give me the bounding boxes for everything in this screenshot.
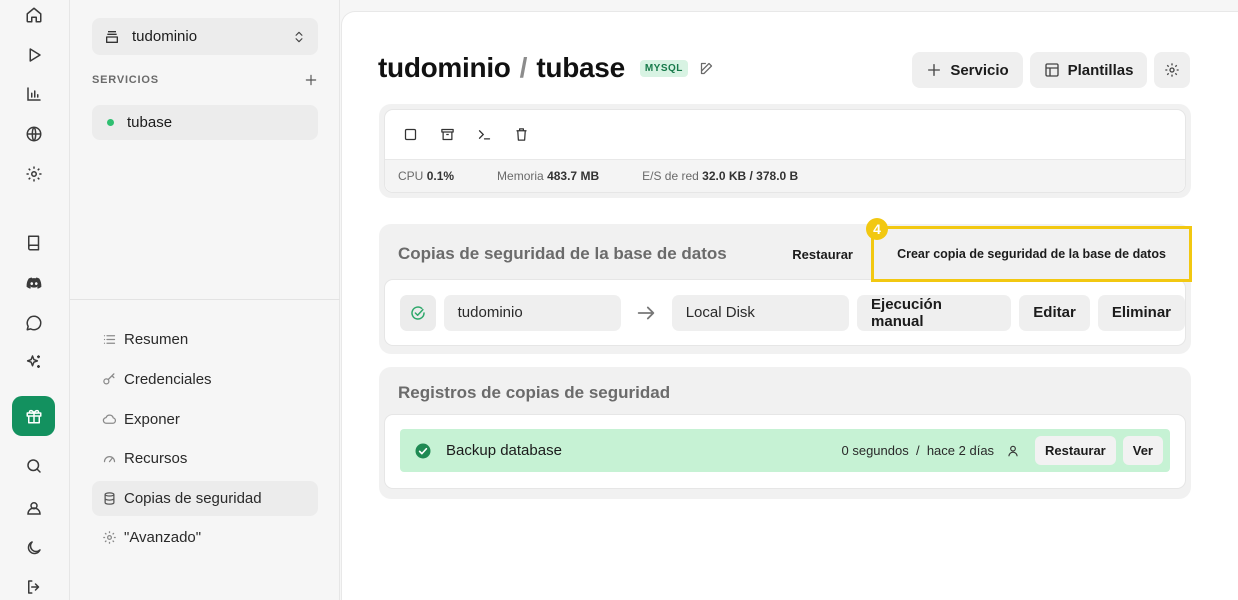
highlight-box: 4 Crear copia de seguridad de la base de… — [866, 218, 1192, 282]
cloud-icon — [102, 414, 117, 424]
add-service-icon[interactable] — [304, 73, 318, 87]
nav-item-resumen[interactable]: Resumen — [92, 322, 318, 357]
arrow-right-icon — [633, 295, 660, 331]
home-icon[interactable] — [12, 0, 55, 35]
nav-label: Recursos — [124, 450, 188, 467]
nav-item-credenciales[interactable]: Credenciales — [92, 362, 318, 397]
step-badge: 4 — [866, 218, 888, 240]
chat-bubble-icon[interactable] — [12, 303, 55, 343]
nav-item-copias-de-seguridad[interactable]: Copias de seguridad — [92, 481, 318, 516]
manual-run-button[interactable]: Ejecución manual — [857, 294, 1012, 331]
project-sidebar: tudominio SERVICIOS tubase Resumen Crede… — [70, 0, 340, 600]
enabled-status — [400, 294, 436, 331]
trash-icon[interactable] — [514, 127, 529, 142]
add-service-button[interactable]: Servicio — [912, 52, 1023, 88]
sparkles-icon[interactable] — [12, 342, 55, 382]
backups-header: Copias de seguridad de la base de datos … — [384, 218, 1192, 282]
nav-item-avanzado[interactable]: "Avanzado" — [92, 520, 318, 555]
list-icon — [103, 335, 116, 344]
service-name: tubase — [127, 114, 173, 131]
service-status-card: CPU 0.1% Memoria 483.7 MB E/S de red 32.… — [379, 104, 1191, 198]
title-separator: / — [519, 52, 528, 83]
logs-header: Registros de copias de seguridad — [384, 372, 1186, 414]
service-status-inner: CPU 0.1% Memoria 483.7 MB E/S de red 32.… — [384, 109, 1186, 193]
log-view-button[interactable]: Ver — [1122, 436, 1163, 465]
page-title: tudominio / tubase MYSQL — [378, 52, 714, 84]
templates-button[interactable]: Plantillas — [1030, 52, 1147, 88]
sidebar-divider — [70, 299, 340, 300]
create-backup-button[interactable]: Crear copia de seguridad de la base de d… — [897, 247, 1166, 261]
plus-icon — [928, 64, 941, 76]
service-title: tubase — [536, 52, 625, 83]
check-circle-icon — [411, 305, 425, 320]
search-icon[interactable] — [12, 446, 55, 486]
nav-label: Exponer — [124, 411, 180, 428]
backups-title: Copias de seguridad de la base de datos — [398, 244, 727, 263]
stat-network: E/S de red 32.0 KB / 378.0 B — [642, 169, 799, 183]
backup-logs-card: Registros de copias de seguridad Backup … — [379, 367, 1191, 499]
service-toolbar — [385, 110, 1185, 159]
terminal-icon[interactable] — [477, 127, 492, 142]
services-header: SERVICIOS — [92, 73, 318, 87]
database-icon — [104, 492, 115, 505]
nav-label: Resumen — [124, 331, 189, 348]
user-icon — [1008, 445, 1018, 456]
success-check-icon — [415, 443, 431, 458]
settings-button[interactable] — [1154, 52, 1190, 88]
key-icon — [103, 373, 115, 385]
edit-button[interactable]: Editar — [1019, 294, 1090, 331]
delete-button[interactable]: Eliminar — [1097, 294, 1185, 331]
stat-memory: Memoria 483.7 MB — [497, 169, 600, 183]
user-circle-icon[interactable] — [12, 488, 55, 528]
bar-chart-icon[interactable] — [12, 74, 55, 114]
db-type-badge: MYSQL — [639, 59, 688, 77]
moon-icon[interactable] — [12, 528, 55, 568]
stat-cpu: CPU 0.1% — [398, 169, 455, 183]
layout-icon — [1044, 63, 1059, 77]
nav-item-exponer[interactable]: Exponer — [92, 402, 318, 437]
chevron-up-down-icon — [295, 31, 303, 42]
nav-label: Credenciales — [124, 371, 212, 388]
gear-icon[interactable] — [12, 154, 55, 194]
globe-icon[interactable] — [12, 114, 55, 154]
add-service-label: Servicio — [950, 61, 1009, 79]
log-name: Backup database — [446, 442, 562, 459]
log-entry: Backup database 0 segundos / hace 2 días… — [400, 429, 1170, 472]
restore-backup-button[interactable]: Restaurar — [792, 247, 853, 262]
gear-icon — [103, 531, 116, 544]
gear-icon — [1165, 63, 1179, 77]
gauge-icon — [103, 456, 116, 463]
gift-icon[interactable] — [12, 396, 55, 436]
nav-label: Copias de seguridad — [124, 490, 262, 507]
nav-item-recursos[interactable]: Recursos — [92, 441, 318, 476]
archive-icon[interactable] — [440, 127, 455, 142]
play-icon[interactable] — [12, 35, 55, 75]
main-panel: tudominio / tubase MYSQL Servicio Planti… — [341, 11, 1238, 600]
icon-rail — [0, 0, 70, 600]
logs-list: Backup database 0 segundos / hace 2 días… — [384, 414, 1186, 489]
nav-label: "Avanzado" — [124, 529, 202, 546]
backup-destination: Local Disk — [671, 294, 850, 331]
header-actions: Servicio Plantillas — [912, 52, 1190, 88]
stack-icon — [106, 30, 118, 43]
log-restore-button[interactable]: Restaurar — [1035, 436, 1116, 465]
project-title[interactable]: tudominio — [378, 52, 511, 84]
discord-icon[interactable] — [12, 263, 55, 303]
project-selector[interactable]: tudominio — [92, 18, 318, 55]
edit-icon[interactable] — [699, 61, 714, 76]
services-label: SERVICIOS — [92, 74, 159, 86]
database-backups-card: Copias de seguridad de la base de datos … — [379, 218, 1192, 354]
stop-icon[interactable] — [403, 127, 418, 142]
log-duration: 0 segundos / hace 2 días — [841, 443, 995, 458]
service-status-dot — [107, 119, 114, 126]
logout-icon[interactable] — [12, 567, 55, 600]
backup-source: tudominio — [443, 294, 621, 331]
project-name: tudominio — [132, 28, 198, 45]
logs-title: Registros de copias de seguridad — [398, 383, 671, 402]
resource-stats: CPU 0.1% Memoria 483.7 MB E/S de red 32.… — [385, 159, 1185, 192]
service-item-tubase[interactable]: tubase — [92, 105, 318, 140]
book-icon[interactable] — [12, 223, 55, 263]
backup-schedule-row: tudominio Local Disk Ejecución manual Ed… — [384, 279, 1186, 346]
templates-label: Plantillas — [1067, 61, 1134, 79]
